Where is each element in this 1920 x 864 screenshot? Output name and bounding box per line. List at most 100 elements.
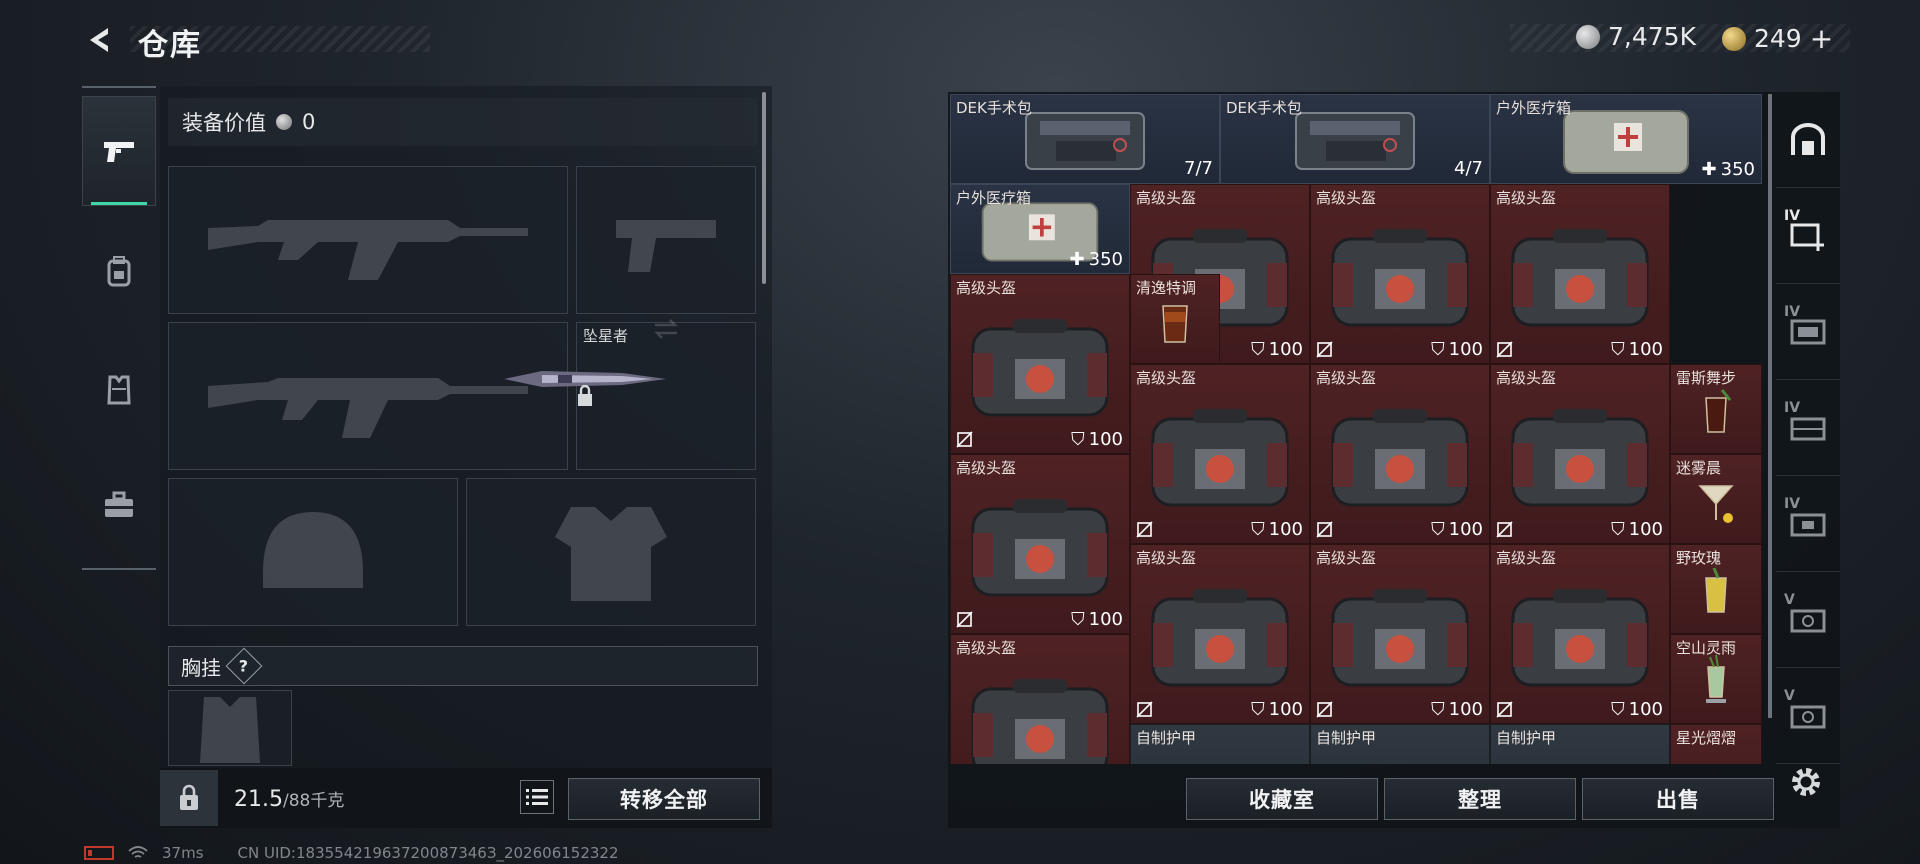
storage-scrollbar[interactable] [1768,94,1772,718]
help-button[interactable]: ? [225,647,263,685]
list-view-button[interactable] [520,780,554,814]
grid-item[interactable]: 自制护甲 [1130,724,1310,764]
helmet-case-image [971,678,1109,764]
broken-icon [956,431,973,448]
pistol-silhouette-icon [616,220,716,272]
sell-button[interactable]: 出售 [1582,778,1774,820]
grid-item[interactable]: 高级头盔 ⛉ 100 [1130,544,1310,724]
item-name: 自制护甲 [1316,729,1377,747]
grid-item[interactable]: 空山灵雨 [1670,634,1762,724]
durability-value: 100 [1268,519,1303,540]
status-bar: 37ms CN UID:18355421963720087346З_202606… [84,844,619,862]
tab-storage-4[interactable]: V [1776,572,1840,668]
item-name: 迷雾晨 [1676,459,1722,477]
item-name: 自制护甲 [1496,729,1557,747]
grid-item[interactable]: 雷斯舞步 [1670,364,1762,454]
transfer-all-button[interactable]: 转移全部 [568,778,760,820]
grid-item[interactable]: 高级头盔 [950,634,1130,764]
silver-coin-icon [276,114,292,130]
weight-current: 21.5 [234,787,283,812]
grid-item[interactable]: 迷雾晨 [1670,454,1762,544]
durability-value: 100 [1628,699,1663,720]
shield-icon: ⛉ [1431,339,1445,360]
surgical-kit-image [1025,111,1145,170]
backpack-lock-button[interactable] [160,770,218,826]
settings-button[interactable] [1786,762,1826,802]
tab-storage-1[interactable]: IV [1776,284,1840,380]
shield-icon: ⛉ [1611,339,1625,360]
back-button[interactable] [80,20,120,60]
gold-currency[interactable]: 249 + [1722,22,1833,55]
item-name: 高级头盔 [956,639,1017,657]
rail-vest[interactable] [82,334,156,444]
equipment-scrollbar[interactable] [762,92,766,284]
tab-storage-5[interactable]: V [1776,668,1840,764]
armor-slot[interactable] [466,478,756,626]
item-durability: ⛉ 100 [1251,699,1303,720]
item-durability: ⛉ 100 [1431,339,1483,360]
broken-icon [1496,701,1513,718]
gold-coin-icon [1722,26,1746,51]
grid-item[interactable]: 户外医疗箱 ✚ 350 [1490,94,1762,184]
shield-icon: ⛉ [1431,699,1445,720]
grid-item[interactable]: 高级头盔 ⛉ 100 [1490,184,1670,364]
grid-item[interactable]: 野玫瑰 [1670,544,1762,634]
shield-icon: ⛉ [1611,519,1625,540]
helmet-slot[interactable] [168,478,458,626]
battery-icon [84,846,114,860]
gold-add-button[interactable]: + [1810,22,1833,55]
grid-item[interactable]: 高级头盔 ⛉ 100 [1130,364,1310,544]
bag-lock-icon [180,784,198,810]
tier-label: IV [1784,496,1801,512]
grid-item[interactable]: 高级头盔 ⛉ 100 [1310,364,1490,544]
tab-safe-box[interactable] [1776,92,1840,188]
item-durability: ⛉ 100 [1071,609,1123,630]
grid-item[interactable]: DEK手术包 7/7 [950,94,1220,184]
equipment-value-row: 装备价值 0 [168,98,758,146]
grid-item[interactable]: 高级头盔 ⛉ 100 [1490,544,1670,724]
collection-room-button[interactable]: 收藏室 [1186,778,1378,820]
tab-storage-3[interactable]: IV [1776,476,1840,572]
durability-value: 100 [1448,699,1483,720]
shield-icon: ⛉ [1611,699,1625,720]
sidearm-slot[interactable] [576,166,756,314]
rail-toolbox[interactable] [82,450,156,560]
item-name: 户外医疗箱 [956,189,1032,207]
grid-item[interactable]: 自制护甲 [1490,724,1670,764]
tier-label: IV [1784,304,1801,320]
grid-item[interactable]: DEK手术包 4/7 [1220,94,1490,184]
primary-weapon-slot[interactable] [168,166,568,314]
helmet-case-image [1331,228,1469,327]
chest-rig-slot[interactable] [168,690,292,766]
grid-item[interactable]: 自制护甲 [1310,724,1490,764]
cocktail-image [1706,654,1726,703]
grid-item[interactable]: 高级头盔 ⛉ 100 [950,454,1130,634]
shield-icon: ⛉ [1251,699,1265,720]
gold-amount: 249 [1754,24,1802,53]
grid-item[interactable]: 高级头盔 ⛉ 100 [1490,364,1670,544]
shield-icon: ⛉ [1431,519,1445,540]
grid-item[interactable]: 高级头盔 ⛉ 100 [1310,544,1490,724]
cocktail-image [1705,388,1732,433]
rail-backpack[interactable] [82,216,156,326]
melee-slot[interactable]: 坠星者 [504,319,756,470]
rifle-silhouette-icon [208,220,528,280]
grid-item[interactable]: 高级头盔 ⛉ 100 [1310,184,1490,364]
durability-value: 100 [1088,609,1123,630]
rail-weapons[interactable] [82,96,156,206]
grid-item[interactable]: 高级头盔 ⛉ 100 [950,274,1130,454]
item-name: DEK手术包 [956,99,1032,117]
plus-icon: ✚ [1069,249,1085,270]
grid-item[interactable]: 户外医疗箱 ✚ 350 [950,184,1130,274]
organize-button[interactable]: 整理 [1384,778,1576,820]
grid-item[interactable]: 星光熠熠 [1670,724,1762,764]
storage-tabs: IV IV IV IV V V [1776,92,1840,772]
swap-icon[interactable] [653,318,679,340]
item-name: DEK手术包 [1226,99,1302,117]
grid-item[interactable]: 清逸特调 [1130,274,1220,364]
vest-silhouette-icon [200,697,260,763]
tab-storage-add[interactable]: IV [1776,188,1840,284]
tab-storage-2[interactable]: IV [1776,380,1840,476]
tier-label: IV [1784,208,1801,224]
item-durability: ⛉ 100 [1431,519,1483,540]
